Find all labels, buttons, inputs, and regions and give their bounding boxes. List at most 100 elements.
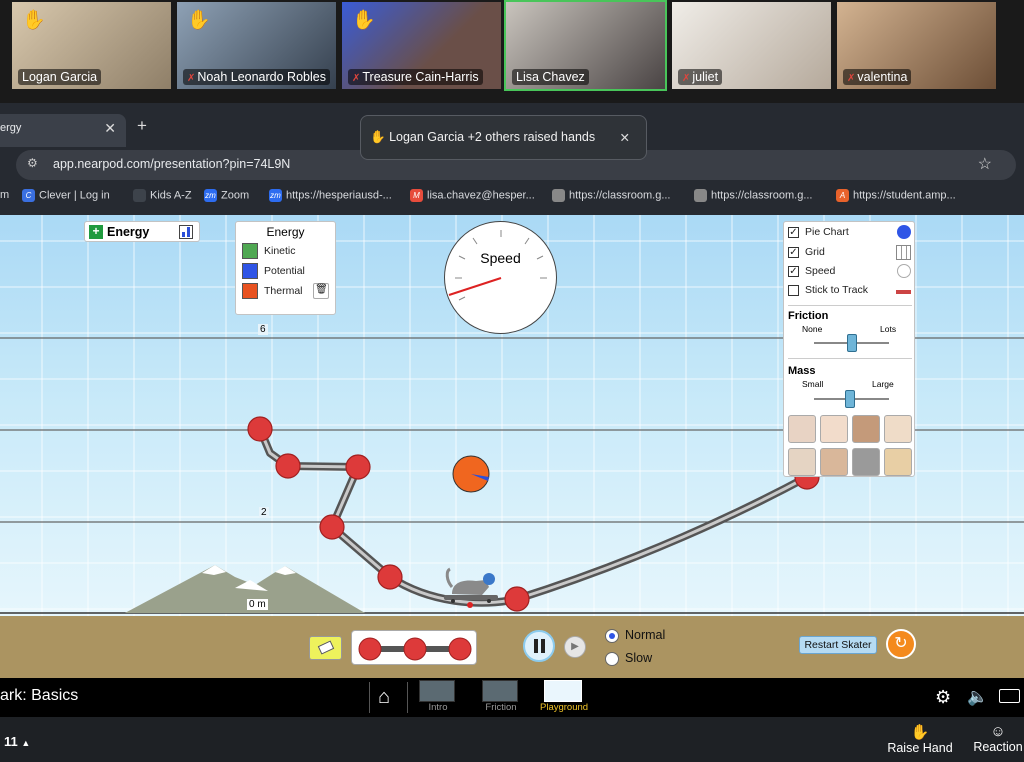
toast-close-icon[interactable]: ✕ [620,130,630,145]
classroom-icon [694,189,707,202]
track-piece-button[interactable] [351,630,477,665]
raise-hand-icon: ✋ [910,724,930,741]
normal-speed-radio[interactable]: Normal [605,628,665,643]
playground-thumbnail [544,680,582,702]
close-tab-icon[interactable]: ✕ [104,120,116,137]
url-text: app.nearpod.com/presentation?pin=74L9N [53,157,291,171]
new-tab-icon[interactable]: + [137,116,147,136]
participant-name: Logan Garcia [18,69,102,85]
participant-strip: ✋ Logan Garcia ✋ ✗ Noah Leonardo Robles ✋… [0,0,1024,103]
raised-hand-icon: ✋ [352,10,376,31]
participant-tile[interactable]: ✗ valentina [835,0,998,91]
bookmark-gmail[interactable]: Mlisa.chavez@hesper... [410,189,535,202]
skater-choice[interactable] [788,415,816,443]
reactions-button[interactable]: ☺ Reaction [968,723,1024,754]
keyboard-icon[interactable] [999,689,1020,703]
restart-skater-button[interactable]: Restart Skater [799,636,877,654]
bookmark-star-icon[interactable]: ☆ [978,154,992,174]
kinetic-swatch [242,243,258,259]
skater-choice[interactable] [820,415,848,443]
energy-chart-toggle[interactable]: + Energy [84,221,200,242]
bookmark-item[interactable]: m [0,189,9,201]
mountains [125,565,365,613]
step-forward-button[interactable]: ▶ [564,636,586,658]
muted-mic-icon: ✗ [187,73,196,84]
bookmark-zoom[interactable]: zm Zoom [204,189,249,202]
legend-potential: Potential [264,264,305,277]
audio-icon[interactable]: 🔈 [967,687,988,707]
speedometer-icon [897,264,911,278]
muted-mic-icon: ✗ [847,73,856,84]
zoom-toolbar: 11 ▲ ✋ Raise Hand ☺ Reaction [0,717,1024,762]
raised-hand-icon: ✋ [22,10,46,31]
friction-none-label: None [802,324,823,334]
bookmark-clever[interactable]: C Clever | Log in [22,189,110,202]
speedometer: Speed [444,221,557,334]
participant-name: ✗ Noah Leonardo Robles [183,69,330,85]
skater-choice-dog[interactable] [884,448,912,476]
energy-button-label: Energy [107,225,150,239]
eraser-button[interactable] [309,636,342,660]
sim-navbar: ark: Basics ⌂ Intro Friction Playground … [0,678,1024,717]
screen-playground[interactable]: Playground [540,680,588,714]
participant-tile[interactable]: ✋ ✗ Noah Leonardo Robles [175,0,338,91]
gmail-icon: M [410,189,423,202]
energy-legend: Energy Kinetic Potential Thermal 🗑 [235,221,336,315]
pause-button[interactable] [523,630,555,662]
thermal-swatch [242,283,258,299]
legend-kinetic: Kinetic [264,244,296,257]
bookmarks-bar: m C Clever | Log in Kids A-Z zm Zoom zm htt… [0,185,1024,207]
potential-swatch [242,263,258,279]
skater-choice[interactable] [788,448,816,476]
muted-mic-icon: ✗ [682,73,691,84]
home-icon[interactable]: ⌂ [378,686,390,709]
control-panel: ✓ Pie Chart ✓ Grid ✓ Speed Stick to Track F… [783,221,915,477]
raised-hand-icon: ✋ [187,10,211,31]
participant-count[interactable]: 11 ▲ [4,734,30,749]
grid-checkbox[interactable]: ✓ Grid [788,246,825,258]
intro-thumbnail [419,680,455,702]
settings-icon[interactable]: ⚙ [935,687,951,708]
skater-choice[interactable] [884,415,912,443]
slow-speed-radio[interactable]: Slow [605,651,652,666]
speed-checkbox[interactable]: ✓ Speed [788,265,835,277]
participant-tile-active[interactable]: Lisa Chavez [504,0,667,91]
zoom-icon: zm [269,189,282,202]
participant-tile[interactable]: ✗ juliet [670,0,833,91]
raise-hand-button[interactable]: ✋ Raise Hand [884,723,956,755]
track[interactable] [256,427,809,607]
kids-az-icon [133,189,146,202]
bookmark-amplify[interactable]: Ahttps://student.amp... [836,189,956,202]
reaction-smiley-icon: ☺ [990,723,1006,740]
friction-label: Friction [788,310,829,322]
skater-choice-cat[interactable] [852,448,880,476]
bookmark-kids-az[interactable]: Kids A-Z [133,189,192,202]
pie-chart-checkbox[interactable]: ✓ Pie Chart [788,226,849,238]
mass-large-label: Large [872,379,894,389]
friction-slider-thumb[interactable] [847,334,857,352]
screen-intro[interactable]: Intro [419,680,457,714]
sim-title: ark: Basics [0,687,79,704]
site-settings-icon[interactable]: ⚙ [27,156,38,170]
mass-slider-thumb[interactable] [845,390,855,408]
participant-tile[interactable]: ✋ Logan Garcia [10,0,173,91]
toast-text: Logan Garcia +2 others raised hands [389,130,596,144]
bookmark-classroom-2[interactable]: https://classroom.g... [694,189,812,202]
friction-thumbnail [482,680,518,702]
skater-choice[interactable] [852,415,880,443]
friction-lots-label: Lots [880,324,897,334]
reset-all-button[interactable]: ↻ [886,629,916,659]
browser-tab[interactable]: ergy ✕ [0,114,126,147]
mass-label: Mass [788,365,816,377]
bookmark-hesperia[interactable]: zm https://hesperiausd-... [269,189,392,202]
bar-chart-icon [179,225,193,239]
bookmark-classroom-1[interactable]: https://classroom.g... [552,189,670,202]
screen-friction[interactable]: Friction [482,680,520,714]
participant-name: ✗ valentina [843,69,912,85]
skater-choice[interactable] [820,448,848,476]
stick-to-track-checkbox[interactable]: Stick to Track [788,284,868,296]
participant-tile[interactable]: ✋ ✗ Treasure Cain-Harris [340,0,503,91]
trash-icon[interactable]: 🗑 [313,283,330,299]
simulation-canvas[interactable]: + Energy Energy Kinetic Potential Therma… [0,215,1024,616]
legend-thermal: Thermal [264,284,303,297]
